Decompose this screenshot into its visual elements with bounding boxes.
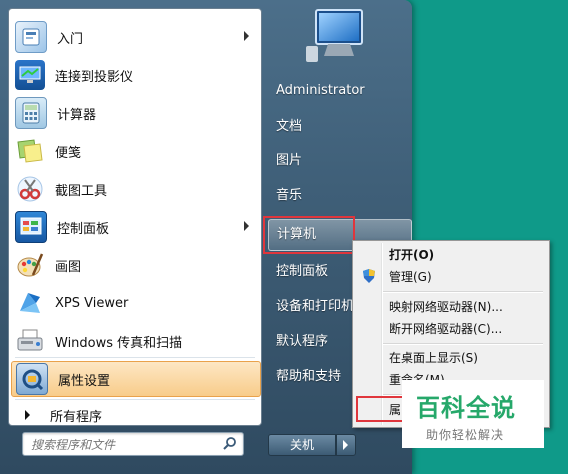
shutdown-options-button[interactable] xyxy=(336,434,356,456)
program-label: 入门 xyxy=(57,31,84,47)
search-input[interactable] xyxy=(29,435,213,455)
menu-item-map-drive[interactable]: 映射网络驱动器(N)... xyxy=(389,296,503,318)
property-settings-icon xyxy=(16,363,48,395)
xps-viewer-icon xyxy=(15,288,45,318)
program-xps-viewer[interactable]: XPS Viewer xyxy=(11,285,259,321)
program-label: XPS Viewer xyxy=(55,295,129,311)
program-sticky-notes[interactable]: 便笺 xyxy=(11,133,259,169)
paint-icon xyxy=(15,250,45,280)
menu-separator xyxy=(383,291,543,293)
start-menu: 入门 连接到投影仪 计算器 便笺 截图工具 控制面板 画图 XPS Viewer… xyxy=(0,0,412,474)
menu-item-manage[interactable]: 管理(G) xyxy=(389,266,432,288)
program-label: 便笺 xyxy=(55,145,82,161)
menu-item-open[interactable]: 打开(O) xyxy=(389,244,434,266)
program-calculator[interactable]: 计算器 xyxy=(11,95,259,131)
program-label: 属性设置 xyxy=(58,373,111,389)
program-snipping-tool[interactable]: 截图工具 xyxy=(11,171,259,207)
search-box[interactable] xyxy=(22,432,244,456)
menu-separator xyxy=(383,343,543,345)
divider xyxy=(15,357,255,358)
music-link[interactable]: 音乐 xyxy=(268,181,410,211)
program-control-panel[interactable]: 控制面板 xyxy=(11,209,259,245)
divider xyxy=(15,399,255,400)
uac-shield-icon xyxy=(363,269,375,283)
program-getting-started[interactable]: 入门 xyxy=(11,19,259,55)
user-name-link[interactable]: Administrator xyxy=(268,76,410,106)
user-picture-icon[interactable] xyxy=(302,6,368,64)
program-fax-scan[interactable]: Windows 传真和扫描 xyxy=(11,323,259,359)
highlight-box-computer xyxy=(263,216,355,254)
program-label: Windows 传真和扫描 xyxy=(55,335,183,351)
program-connect-projector[interactable]: 连接到投影仪 xyxy=(11,57,259,93)
pictures-link[interactable]: 图片 xyxy=(268,146,410,176)
sticky-notes-icon xyxy=(15,136,45,166)
search-icon[interactable] xyxy=(223,436,237,450)
control-panel-icon xyxy=(15,211,47,243)
program-label: 计算器 xyxy=(57,107,97,123)
watermark-subtitle: 助你轻松解决 xyxy=(426,428,505,442)
arrow-right-icon xyxy=(343,440,348,450)
shutdown-button[interactable]: 关机 xyxy=(268,434,336,456)
program-label: 连接到投影仪 xyxy=(55,69,134,85)
documents-link[interactable]: 文档 xyxy=(268,112,410,142)
programs-pane: 入门 连接到投影仪 计算器 便笺 截图工具 控制面板 画图 XPS Viewer… xyxy=(8,8,262,426)
program-paint[interactable]: 画图 xyxy=(11,247,259,283)
watermark-logo: 百科全说 助你轻松解决 xyxy=(402,380,544,448)
getting-started-icon xyxy=(15,21,47,53)
watermark-title: 百科全说 xyxy=(416,394,516,422)
submenu-arrow-icon xyxy=(244,221,249,231)
program-label: 画图 xyxy=(55,259,82,275)
calculator-icon xyxy=(15,97,47,129)
fax-scan-icon xyxy=(15,326,45,356)
expand-arrow-icon xyxy=(25,410,30,420)
all-programs-button[interactable]: 所有程序 xyxy=(11,403,259,425)
program-label: 控制面板 xyxy=(57,221,110,237)
menu-item-disconnect-drive[interactable]: 断开网络驱动器(C)... xyxy=(389,318,502,340)
program-property-settings[interactable]: 属性设置 xyxy=(11,361,261,397)
submenu-arrow-icon xyxy=(244,31,249,41)
program-label: 截图工具 xyxy=(55,183,108,199)
all-programs-label: 所有程序 xyxy=(50,409,103,425)
snipping-tool-icon xyxy=(15,174,45,204)
projector-icon xyxy=(15,60,45,90)
menu-item-show-desktop[interactable]: 在桌面上显示(S) xyxy=(389,347,478,369)
